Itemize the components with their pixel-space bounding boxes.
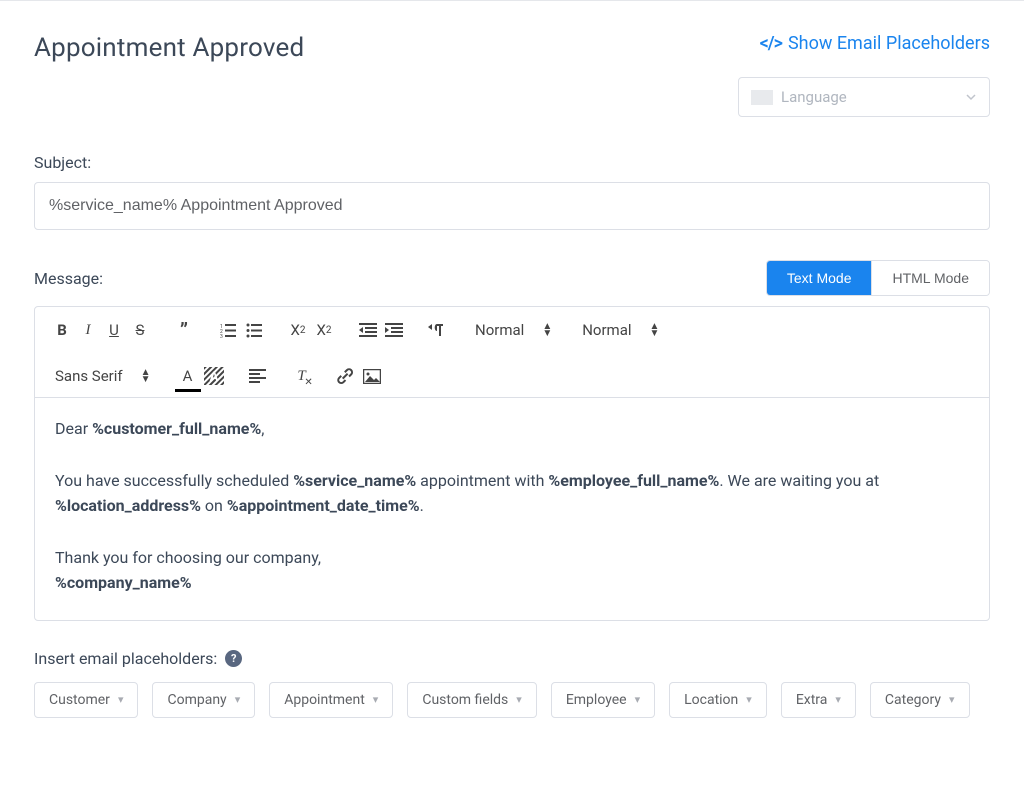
underline-button[interactable]: U [101,317,127,343]
placeholder-token: %service_name% [293,471,416,490]
size-select-label: Normal [582,321,631,339]
ordered-list-button[interactable]: 123 [215,317,241,343]
header-select[interactable]: Normal ▲▼ [469,321,558,339]
page-title: Appointment Approved [34,33,304,63]
text-mode-button[interactable]: Text Mode [767,261,872,295]
bullet-list-button[interactable] [241,317,267,343]
subject-input[interactable] [34,182,990,230]
strike-button[interactable]: S [127,317,153,343]
editor-content[interactable]: Dear %customer_full_name%, You have succ… [35,398,989,620]
chip-company[interactable]: Company ▾ [152,682,255,718]
chevron-down-icon: ▾ [835,693,841,706]
link-button[interactable] [333,363,359,389]
mode-toggle: Text Mode HTML Mode [766,260,990,296]
body-text: You have successfully scheduled [55,471,293,490]
chip-label: Appointment [284,692,365,708]
html-mode-button[interactable]: HTML Mode [871,261,989,295]
sort-icon: ▲▼ [542,323,552,337]
chevron-down-icon: ▾ [235,693,241,706]
sort-icon: ▲▼ [650,323,660,337]
svg-text:3: 3 [220,334,223,338]
chevron-down-icon: ▾ [516,693,522,706]
placeholder-token: %customer_full_name% [92,419,261,438]
chip-label: Location [684,692,738,708]
body-text: . We are waiting you at [719,471,879,490]
placeholder-token: %location_address% [55,496,201,515]
body-text: on [201,496,227,515]
rich-text-editor: B I U S ” 123 X2 X2 [34,306,990,621]
body-text: . [420,496,424,515]
italic-button[interactable]: I [75,317,101,343]
chip-label: Custom fields [422,692,508,708]
placeholder-token: %company_name% [55,573,192,592]
blockquote-button[interactable]: ” [171,317,197,343]
chip-custom-fields[interactable]: Custom fields ▾ [407,682,536,718]
chip-label: Extra [796,692,828,708]
subscript-button[interactable]: X2 [285,317,311,343]
body-text: , [261,419,264,438]
chip-label: Company [167,692,226,708]
body-text: Dear [55,419,92,438]
show-placeholders-link[interactable]: </> Show Email Placeholders [760,33,990,54]
chip-label: Customer [49,692,110,708]
chip-label: Category [885,692,941,708]
chevron-down-icon: ▾ [746,693,752,706]
header-select-label: Normal [475,321,524,339]
help-icon[interactable]: ? [225,650,242,667]
bold-button[interactable]: B [49,317,75,343]
bg-color-button[interactable]: A [201,363,227,389]
placeholder-chips: Customer ▾ Company ▾ Appointment ▾ Custom f… [34,682,990,718]
chevron-down-icon: ▾ [949,693,955,706]
placeholder-token: %employee_full_name% [548,471,719,490]
subject-label: Subject: [34,153,990,172]
svg-text:A: A [209,370,218,385]
chevron-down-icon [965,91,977,103]
message-label: Message: [34,269,103,288]
chip-employee[interactable]: Employee ▾ [551,682,655,718]
text-color-button[interactable]: A [175,363,201,389]
chip-location[interactable]: Location ▾ [669,682,767,718]
direction-button[interactable] [425,317,451,343]
chip-customer[interactable]: Customer ▾ [34,682,138,718]
language-placeholder: Language [781,88,847,106]
body-text: Thank you for choosing our company, [55,548,321,567]
language-select[interactable]: Language [738,77,990,117]
chevron-down-icon: ▾ [118,693,124,706]
image-button[interactable] [359,363,385,389]
editor-toolbar: B I U S ” 123 X2 X2 [35,307,989,398]
body-text: appointment with [416,471,548,490]
chip-appointment[interactable]: Appointment ▾ [269,682,393,718]
chip-category[interactable]: Category ▾ [870,682,970,718]
font-select-label: Sans Serif [55,367,123,385]
placeholder-token: %appointment_date_time% [227,496,420,515]
clear-format-button[interactable]: T✕ [289,363,315,389]
show-placeholders-label: Show Email Placeholders [788,33,990,54]
superscript-button[interactable]: X2 [311,317,337,343]
chevron-down-icon: ▾ [373,693,379,706]
chevron-down-icon: ▾ [635,693,641,706]
chip-label: Employee [566,692,627,708]
sort-icon: ▲▼ [141,369,151,383]
flag-icon [751,90,773,105]
insert-placeholders-label: Insert email placeholders: [34,649,217,668]
font-select[interactable]: Sans Serif ▲▼ [49,367,157,385]
indent-button[interactable] [381,317,407,343]
outdent-button[interactable] [355,317,381,343]
chip-extra[interactable]: Extra ▾ [781,682,856,718]
size-select[interactable]: Normal ▲▼ [576,321,665,339]
align-button[interactable] [245,363,271,389]
code-icon: </> [760,33,782,54]
